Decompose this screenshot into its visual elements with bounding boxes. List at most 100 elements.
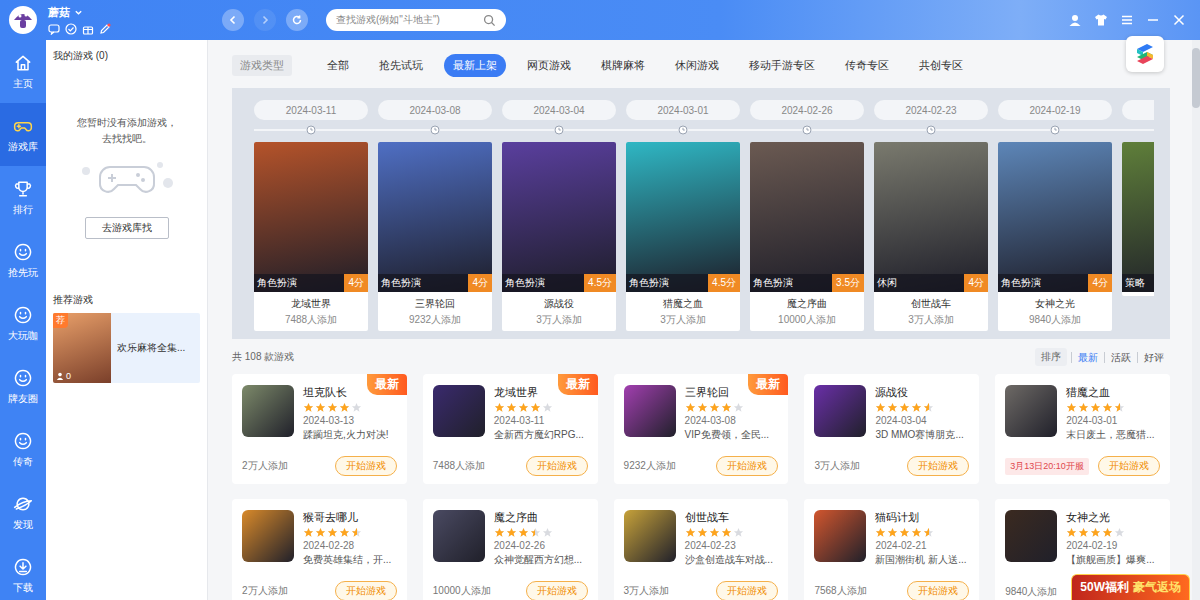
menu-icon[interactable] [1120,13,1134,27]
timeline-card[interactable]: 策略 [1122,142,1154,296]
back-button[interactable] [222,9,244,31]
category-tab[interactable]: 传奇专区 [836,54,898,77]
start-game-button[interactable]: 开始游戏 [526,581,588,600]
floating-app-icon[interactable] [1126,36,1164,72]
start-game-button[interactable]: 开始游戏 [526,456,588,476]
star-icon [327,402,338,413]
rail-item[interactable]: 传奇 [0,418,46,481]
rail-item[interactable]: 大玩咖 [0,292,46,355]
game-card[interactable]: 猎魔之血 2024-03-01 末日废土，恶魔猎... 3月13日20:10开服… [995,374,1170,484]
timeline-card[interactable]: 角色扮演 4分 女神之光 9840人添加 [998,142,1112,331]
game-icon [433,385,485,437]
game-card[interactable]: 最新 三界轮回 2024-03-08 VIP免费领，全民... 9232人添加 … [614,374,789,484]
scrollbar[interactable] [1192,40,1200,600]
star-icon [911,527,922,538]
dropdown-icon[interactable] [74,8,83,17]
game-icon [814,510,866,562]
user-name[interactable]: 蘑菇 [48,5,70,20]
game-card[interactable]: 源战役 2024-03-04 3D MMO赛博朋克... 3万人添加 开始游戏 [804,374,979,484]
game-card[interactable]: 猴哥去哪儿 2024-02-28 免费英雄集结，开... 2万人添加 开始游戏 [232,499,407,600]
rail-item[interactable]: 下载 [0,544,46,600]
star-icon [1102,402,1113,413]
category-tab[interactable]: 网页游戏 [518,54,580,77]
game-genre: 角色扮演 [750,274,796,292]
game-genre: 休闲 [874,274,900,292]
rail-item[interactable]: 牌友圈 [0,355,46,418]
category-tab[interactable]: 全部 [318,54,358,77]
timeline-card[interactable]: 角色扮演 4分 三界轮回 9232人添加 [378,142,492,331]
rail-item[interactable]: 游戏库 [0,103,46,166]
star-icon [1114,402,1125,413]
message-icon[interactable] [48,23,60,35]
star-icon [899,402,910,413]
game-card[interactable]: 魔之序曲 2024-02-26 众神觉醒西方幻想... 10000人添加 开始游… [423,499,598,600]
category-tab[interactable]: 共创专区 [910,54,972,77]
start-game-button[interactable]: 开始游戏 [1098,456,1160,476]
game-name: 创世战车 [874,297,988,311]
category-tab[interactable]: 最新上架 [444,54,506,77]
scrollbar-thumb[interactable] [1192,48,1200,108]
avatar-icon[interactable] [8,5,38,35]
search-icon[interactable] [483,14,496,27]
category-tab[interactable]: 移动手游专区 [740,54,824,77]
close-icon[interactable] [1172,13,1186,27]
start-game-button[interactable]: 开始游戏 [335,456,397,476]
home-icon [13,53,33,73]
timeline-date: 2024-03-08 [378,100,492,120]
game-description: 众神觉醒西方幻想... [494,553,582,567]
my-games-panel: 我的游戏 (0) 您暂时没有添加游戏，去找找吧。 去游戏库找 推荐游戏 荐 0 … [46,40,208,600]
game-name: 三界轮回 [378,297,492,311]
sort-option[interactable]: 好评 [1137,352,1170,363]
game-card[interactable]: 猫码计划 2024-02-21 新国潮街机 新人送... 7568人添加 开始游… [804,499,979,600]
category-tab[interactable]: 休闲游戏 [666,54,728,77]
game-genre: 角色扮演 [378,274,424,292]
game-card[interactable]: 最新 坦克队长 2024-03-13 蹂躏坦克,火力对决! 2万人添加 开始游戏 [232,374,407,484]
start-game-button[interactable]: 开始游戏 [716,456,778,476]
start-game-button[interactable]: 开始游戏 [335,581,397,600]
timeline-column: 2024-03-11 角色扮演 4分 龙域世界 7488人添加 [254,100,378,331]
start-game-button[interactable]: 开始游戏 [907,456,969,476]
minimize-icon[interactable] [1146,13,1160,27]
refresh-button[interactable] [286,9,308,31]
game-genre: 角色扮演 [254,274,300,292]
star-icon [494,527,505,538]
star-icon [911,402,922,413]
start-game-button[interactable]: 开始游戏 [907,581,969,600]
service-icon[interactable] [1068,13,1082,27]
rail-item[interactable]: 排行 [0,166,46,229]
game-card[interactable]: 最新 龙域世界 2024-03-11 全新西方魔幻RPG... 7488人添加 … [423,374,598,484]
timeline-card[interactable]: 角色扮演 3.5分 魔之序曲 10000人添加 [750,142,864,331]
game-genre: 角色扮演 [626,274,672,292]
rating-stars [303,402,389,413]
rail-item[interactable]: 主页 [0,40,46,103]
game-name: 魔之序曲 [750,297,864,311]
promo-banner[interactable]: 50W福利 豪气返场 [1071,574,1190,600]
game-name: 龙域世界 [254,297,368,311]
find-games-button[interactable]: 去游戏库找 [85,217,169,239]
user-area: 蘑菇 [0,5,222,35]
check-icon[interactable] [65,23,77,35]
category-tab[interactable]: 棋牌麻将 [592,54,654,77]
game-card[interactable]: 创世战车 2024-02-23 沙盒创造战车对战... 3万人添加 开始游戏 [614,499,789,600]
skin-icon[interactable] [1094,13,1108,27]
gift-icon[interactable] [82,23,94,35]
forward-button[interactable] [254,9,276,31]
timeline-card[interactable]: 角色扮演 4.5分 源战役 3万人添加 [502,142,616,331]
search-field[interactable]: 查找游戏(例如"斗地主") [326,9,506,31]
timeline-card[interactable]: 休闲 4分 创世战车 3万人添加 [874,142,988,331]
start-game-button[interactable]: 开始游戏 [716,581,778,600]
timeline-card[interactable]: 角色扮演 4分 龙域世界 7488人添加 [254,142,368,331]
edit-icon[interactable] [99,23,111,35]
category-tab[interactable]: 抢先试玩 [370,54,432,77]
sort-option[interactable]: 最新 [1071,352,1104,363]
recommended-card[interactable]: 荐 0 欢乐麻将全集... [53,313,200,383]
rail-item[interactable]: 抢先玩 [0,229,46,292]
game-cover: 策略 [1122,142,1154,292]
star-icon [875,402,886,413]
timeline-card[interactable]: 角色扮演 4.5分 猎魔之血 3万人添加 [626,142,740,331]
game-cover: 角色扮演 4.5分 [626,142,740,292]
rail-item[interactable]: 发现 [0,481,46,544]
sort-option[interactable]: 活跃 [1104,352,1137,363]
star-icon [697,527,708,538]
search-placeholder: 查找游戏(例如"斗地主") [336,13,440,27]
